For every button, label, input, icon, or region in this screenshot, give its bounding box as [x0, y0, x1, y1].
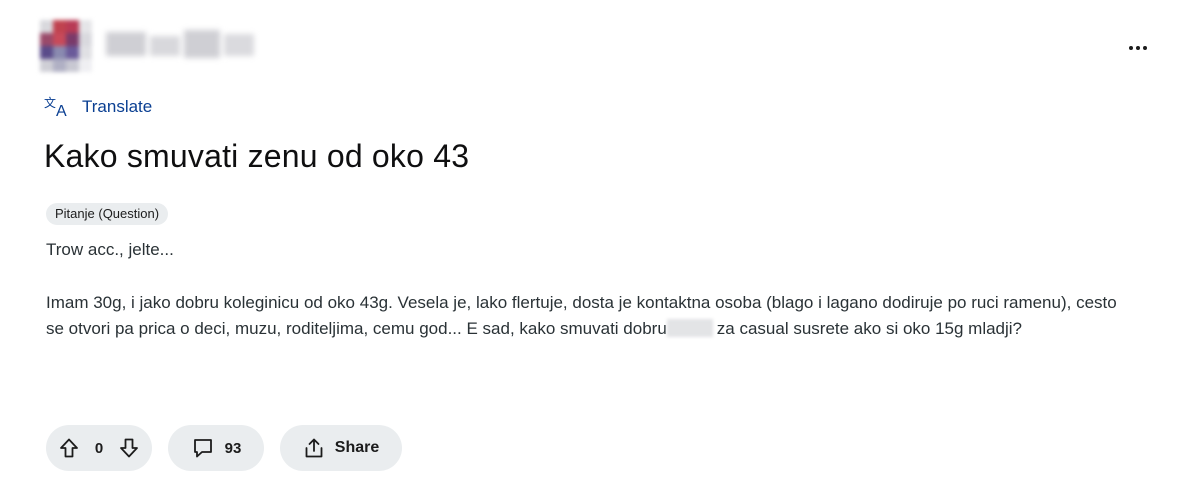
- share-button[interactable]: Share: [280, 425, 402, 471]
- comment-bubble-icon: [193, 439, 212, 458]
- post-title: Kako smuvati zenu od oko 43: [44, 138, 470, 174]
- post-body-text-end: za casual susrete ako si oko 15g mladji?: [716, 319, 1023, 338]
- translate-link[interactable]: 文 A Translate: [44, 96, 152, 118]
- svg-text:A: A: [56, 103, 67, 118]
- share-label: Share: [334, 439, 380, 456]
- post-text-line: Trow acc., jelte...: [46, 240, 174, 259]
- upvote-button[interactable]: [56, 435, 82, 461]
- redacted-word: [666, 319, 713, 337]
- comment-count: 93: [224, 439, 242, 457]
- vote-count: 0: [94, 439, 104, 457]
- downvote-button[interactable]: [116, 435, 142, 461]
- share-icon: [305, 438, 323, 458]
- comments-button[interactable]: 93: [168, 425, 264, 471]
- post-body: Imam 30g, i jako dobru koleginicu od oko…: [46, 290, 1126, 342]
- ellipsis-icon: [1129, 46, 1133, 50]
- username-redacted[interactable]: [106, 26, 256, 66]
- downvote-arrow-icon: [120, 438, 138, 458]
- translate-label[interactable]: Translate: [82, 97, 152, 117]
- reddit-post: 文 A Translate Kako smuvati zenu od oko 4…: [0, 0, 1200, 504]
- avatar[interactable]: [40, 20, 92, 72]
- upvote-arrow-icon: [60, 438, 78, 458]
- post-flair[interactable]: Pitanje (Question): [46, 203, 169, 225]
- svg-text:文: 文: [44, 96, 56, 110]
- more-options-button[interactable]: [1120, 36, 1156, 60]
- action-bar: 0 93 Share: [46, 425, 402, 471]
- vote-control: 0: [46, 425, 152, 471]
- post-header: [40, 20, 256, 72]
- translate-icon: 文 A: [44, 96, 67, 118]
